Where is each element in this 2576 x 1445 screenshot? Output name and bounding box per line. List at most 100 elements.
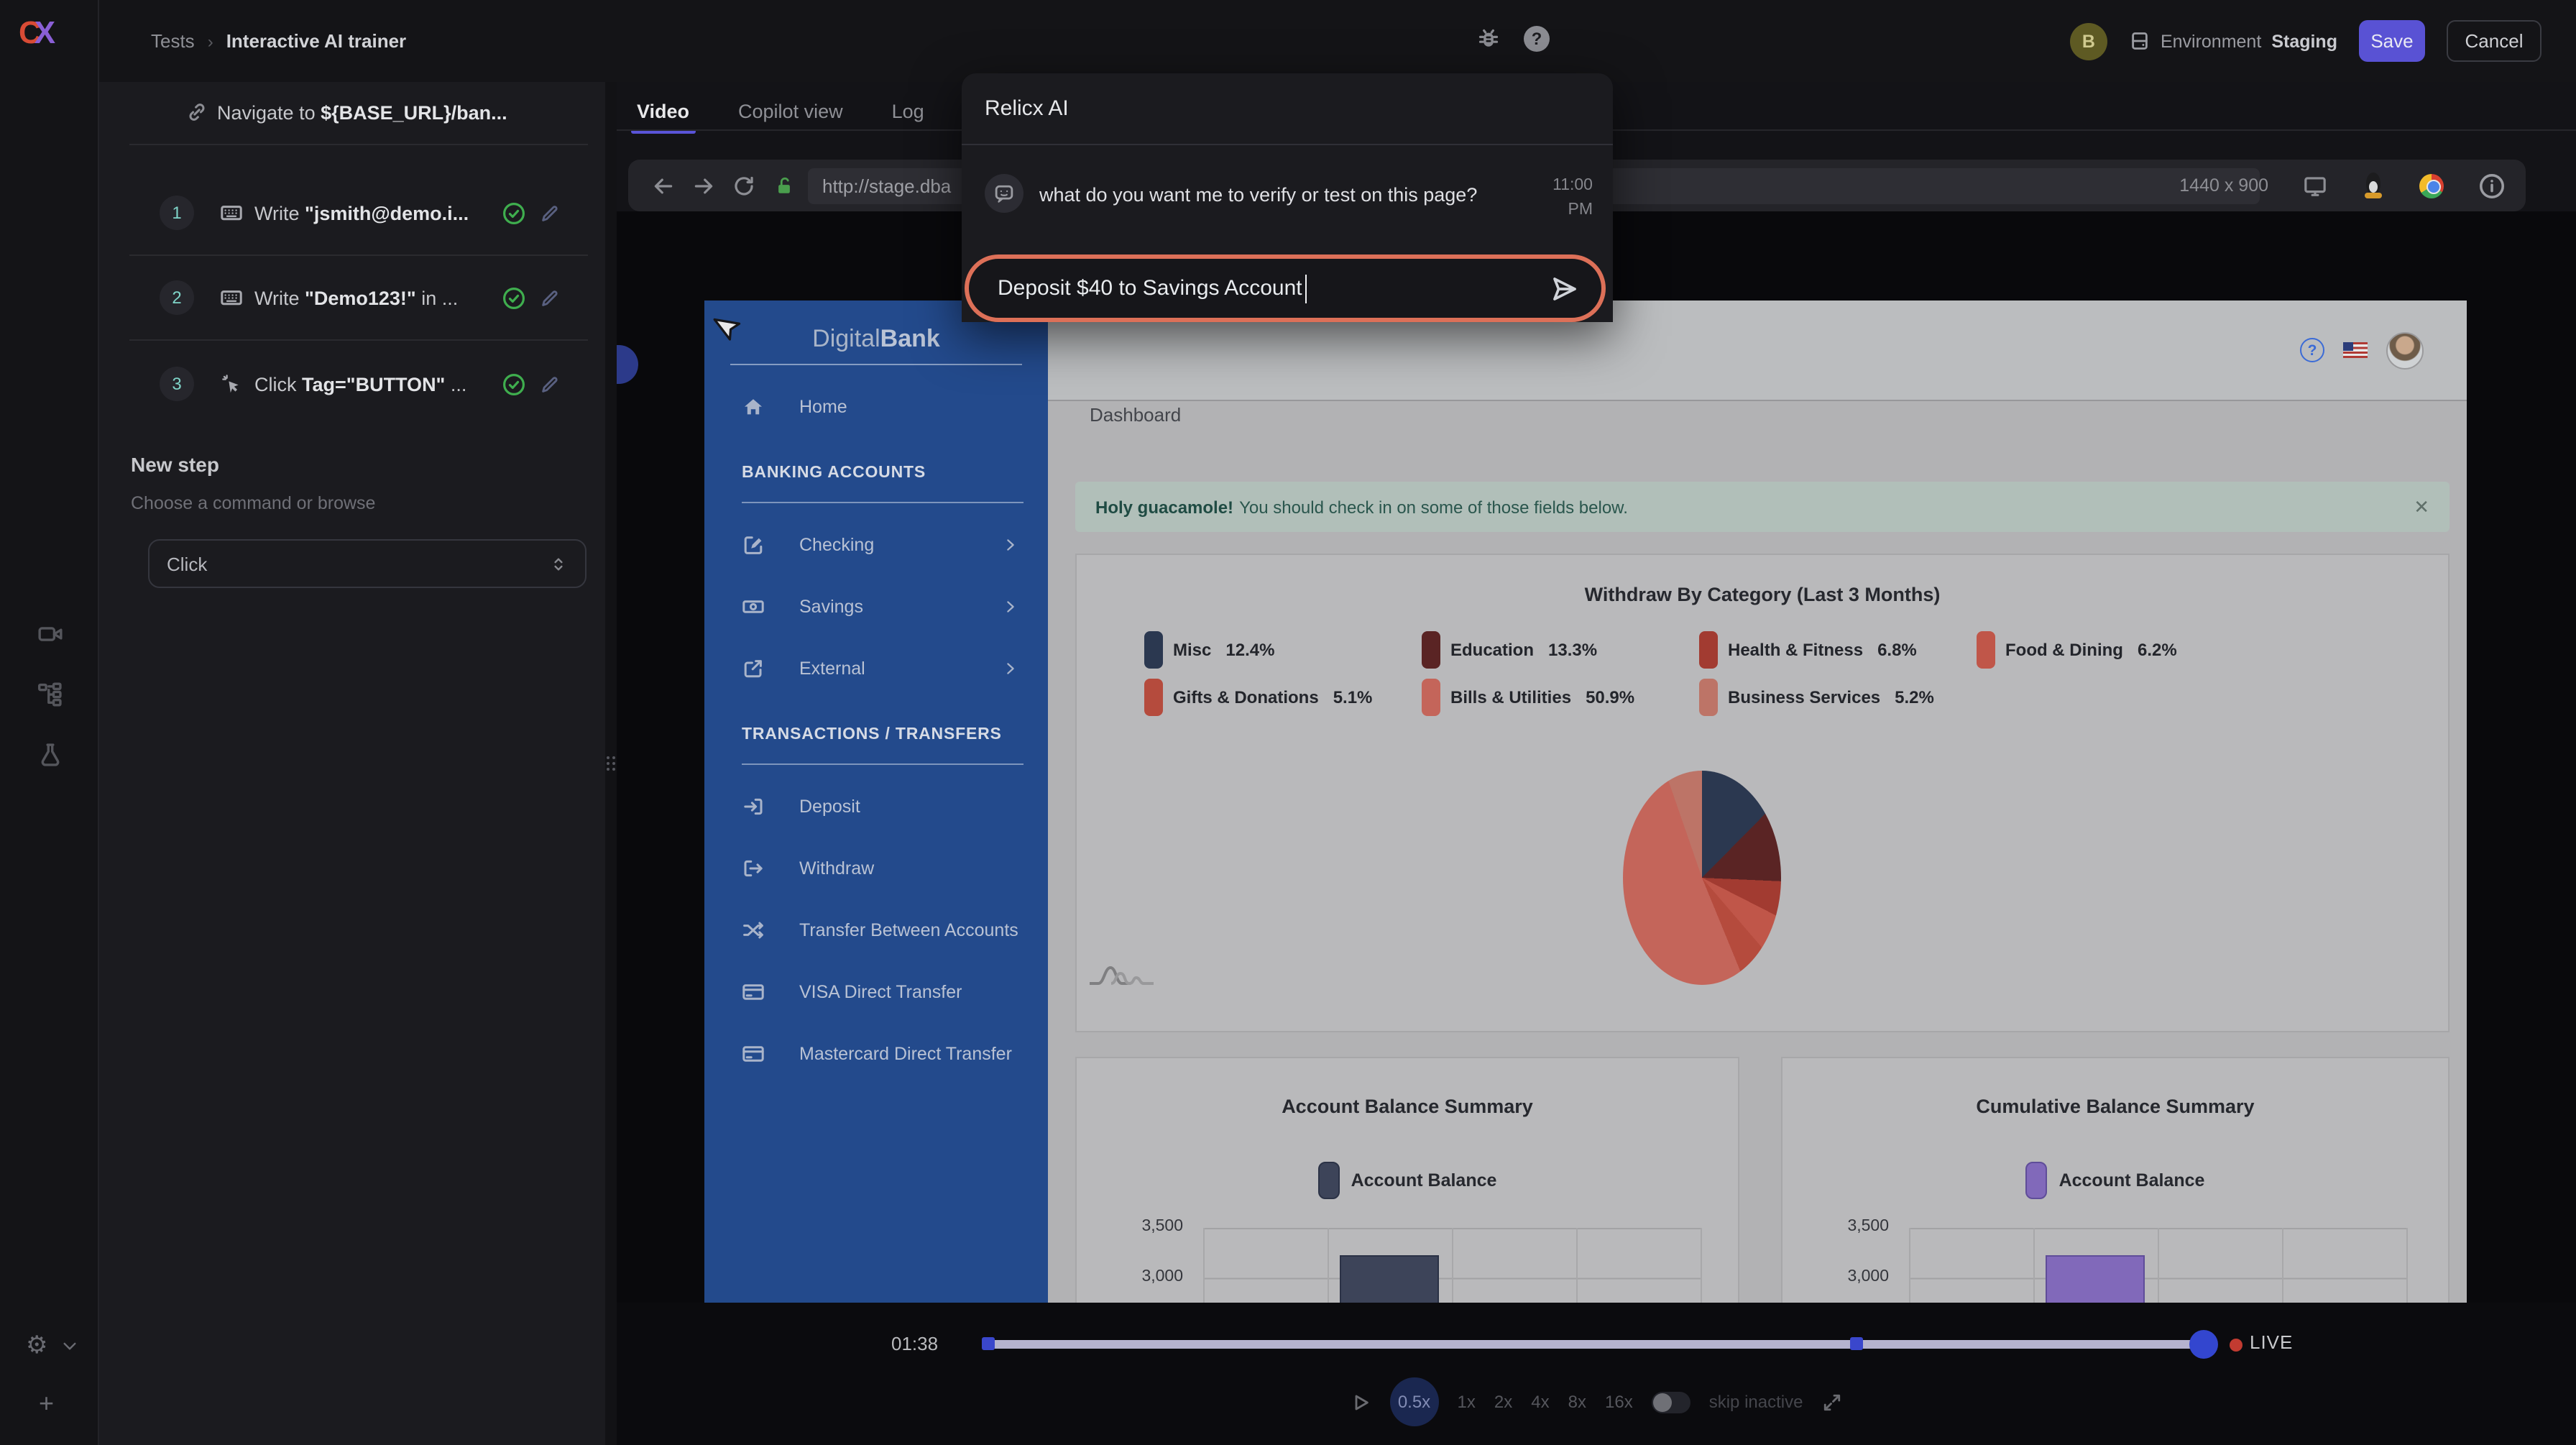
check-circle-icon (502, 201, 526, 225)
home-icon (742, 395, 765, 418)
yaxis-tick: 3,000 (1782, 1267, 1889, 1285)
keyboard-icon (220, 286, 243, 309)
message-timestamp: 11:00 PM (1552, 174, 1593, 223)
tab-video[interactable]: Video (637, 92, 689, 129)
environment-selector[interactable]: Environment Staging (2129, 30, 2337, 52)
bank-sidebar: Digital Bank HomeBANKING ACCOUNTSCheckin… (704, 301, 1048, 1395)
nav-label: Mastercard Direct Transfer (799, 1044, 1012, 1064)
chart-title: Account Balance Summary (1077, 1096, 1738, 1117)
legend-label: Bills & Utilities (1450, 687, 1571, 707)
bank-nav-home[interactable]: Home (704, 387, 1048, 427)
video-camera-icon[interactable] (37, 621, 63, 647)
bug-icon[interactable] (1476, 27, 1501, 51)
add-button[interactable]: + (39, 1389, 54, 1419)
play-icon[interactable] (1350, 1391, 1371, 1413)
bank-nav-mastercard-direct-transfer[interactable]: Mastercard Direct Transfer (704, 1034, 1048, 1074)
navigate-step[interactable]: Navigate to ${BASE_URL}/ban... (99, 86, 605, 138)
bank-nav-savings[interactable]: Savings (704, 587, 1048, 627)
reload-icon[interactable] (732, 173, 756, 198)
legend-swatch (1144, 679, 1163, 716)
bank-nav-deposit[interactable]: Deposit (704, 786, 1048, 827)
command-select[interactable]: Click (148, 539, 586, 588)
edit-pencil-icon[interactable] (539, 287, 561, 308)
test-step-row[interactable]: 1Write "jsmith@demo.i... (99, 184, 605, 242)
seek-marker (982, 1337, 995, 1350)
check-circle-icon (502, 372, 526, 396)
new-step-subtitle: Choose a command or browse (131, 493, 375, 513)
seek-bar[interactable] (982, 1340, 2215, 1349)
legend-value: 6.8% (1877, 640, 1917, 660)
gear-icon[interactable]: ⚙ (26, 1331, 48, 1360)
viewport-size[interactable]: 1440 x 900 (2179, 175, 2268, 196)
bank-nav-checking[interactable]: Checking (704, 525, 1048, 565)
ai-command-input[interactable]: Deposit $40 to Savings Account (965, 254, 1606, 322)
fullscreen-icon[interactable] (1821, 1391, 1843, 1413)
new-step-title: New step (131, 453, 219, 476)
sign-out-icon (742, 857, 765, 880)
test-step-row[interactable]: 2Write "Demo123!" in ... (99, 269, 605, 326)
speed-0.5x[interactable]: 0.5x (1390, 1377, 1439, 1426)
chrome-icon (2419, 173, 2444, 198)
language-flag-icon[interactable] (2343, 342, 2368, 358)
cx-logo[interactable]: CX (19, 14, 52, 52)
legend-value: 50.9% (1586, 687, 1634, 707)
check-circle-icon (502, 285, 526, 310)
forward-icon[interactable] (691, 173, 716, 198)
seek-marker (1850, 1337, 1863, 1350)
sparkline-watermark-icon (1088, 959, 1154, 988)
breadcrumb-tests-link[interactable]: Tests (151, 30, 195, 52)
bank-help-icon[interactable]: ? (2300, 338, 2324, 362)
environment-label: Environment (2161, 31, 2261, 51)
info-icon[interactable] (2478, 172, 2506, 199)
bank-nav-withdraw[interactable]: Withdraw (704, 848, 1048, 889)
edit-pencil-icon[interactable] (539, 373, 561, 395)
pencil-square-icon (742, 533, 765, 556)
help-icon[interactable]: ? (1524, 26, 1550, 52)
panel-resize-handle[interactable] (605, 82, 617, 1445)
test-step-row[interactable]: 3Click Tag="BUTTON" ... (99, 355, 605, 413)
bank-logo[interactable]: Digital Bank (704, 318, 1048, 361)
playback-time: 01:38 (891, 1333, 938, 1354)
cancel-button[interactable]: Cancel (2447, 20, 2542, 62)
bank-nav-external[interactable]: External (704, 648, 1048, 689)
save-button[interactable]: Save (2359, 20, 2425, 62)
back-icon[interactable] (651, 173, 676, 198)
speed-4x[interactable]: 4x (1531, 1392, 1549, 1412)
nav-label: Withdraw (799, 858, 874, 879)
speed-16x[interactable]: 16x (1605, 1392, 1633, 1412)
banknote-icon (742, 595, 765, 618)
speed-8x[interactable]: 8x (1568, 1392, 1586, 1412)
alert-close-icon[interactable]: ✕ (2414, 495, 2429, 518)
link-icon (185, 101, 208, 124)
chevron-down-icon[interactable] (61, 1336, 80, 1355)
skip-inactive-toggle[interactable] (1652, 1391, 1690, 1413)
edit-pencil-icon[interactable] (539, 202, 561, 224)
bank-user-avatar[interactable] (2386, 331, 2424, 369)
yaxis-tick: 3,500 (1077, 1218, 1183, 1235)
avatar[interactable]: B (2070, 22, 2107, 60)
nav-label: VISA Direct Transfer (799, 982, 962, 1002)
bank-nav-section: TRANSACTIONS / TRANSFERS (704, 726, 1048, 765)
legend-swatch (1699, 631, 1718, 669)
tab-log[interactable]: Log (892, 92, 924, 129)
speed-2x[interactable]: 2x (1494, 1392, 1512, 1412)
navigate-step-label: Navigate to ${BASE_URL}/ban... (217, 101, 507, 123)
bank-nav-transfer-between-accounts[interactable]: Transfer Between Accounts (704, 910, 1048, 950)
pie-chart-panel: Withdraw By Category (Last 3 Months) Mis… (1075, 554, 2450, 1032)
send-icon[interactable] (1550, 274, 1578, 303)
flow-tree-icon[interactable] (37, 682, 63, 707)
nav-label: Checking (799, 535, 874, 555)
legend-swatch (1318, 1162, 1340, 1199)
speed-1x[interactable]: 1x (1458, 1392, 1476, 1412)
live-label[interactable]: LIVE (2250, 1331, 2293, 1353)
tab-copilot-view[interactable]: Copilot view (738, 92, 843, 129)
nav-label: Savings (799, 597, 863, 617)
legend-swatch (1699, 679, 1718, 716)
flask-icon[interactable] (37, 742, 63, 768)
sign-in-icon (742, 795, 765, 818)
bank-nav-visa-direct-transfer[interactable]: VISA Direct Transfer (704, 972, 1048, 1012)
pie-legend-item: Business Services5.2% (1699, 679, 1934, 716)
skip-inactive-label: skip inactive (1709, 1392, 1803, 1412)
monitor-icon[interactable] (2303, 173, 2327, 198)
playhead[interactable] (2189, 1330, 2218, 1359)
